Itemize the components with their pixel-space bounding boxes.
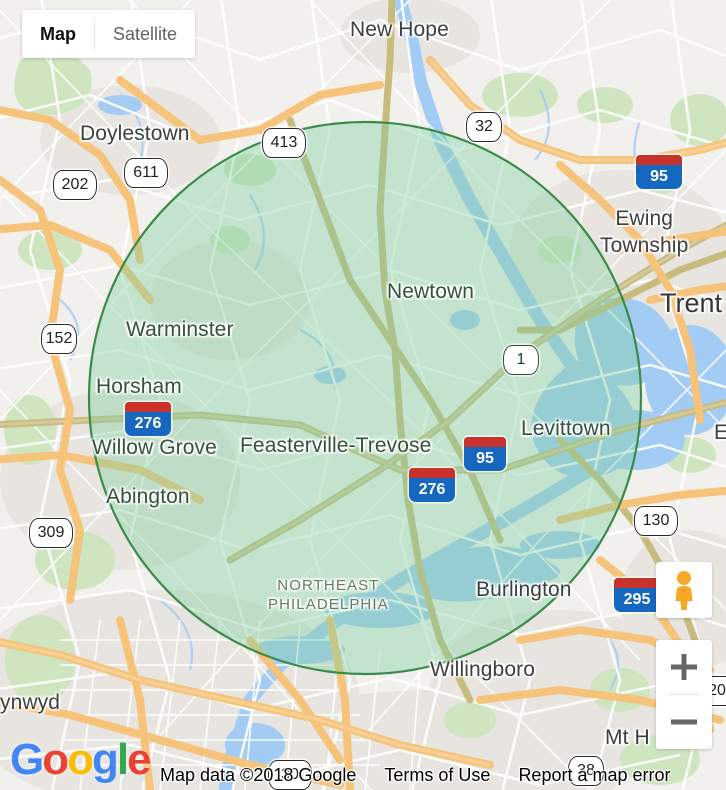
- plus-icon-vertical: [681, 654, 687, 680]
- map-attribution: Map data ©2018 Google Terms of Use Repor…: [160, 765, 671, 786]
- pegman-streetview-control[interactable]: [656, 562, 712, 618]
- pegman-streetview-icon: [675, 571, 693, 610]
- terms-of-use-link[interactable]: Terms of Use: [384, 765, 490, 786]
- google-logo[interactable]: Google: [10, 735, 152, 784]
- google-logo-letter: o: [42, 735, 69, 784]
- minus-icon: [671, 719, 697, 725]
- map-data-attribution: Map data ©2018 Google: [160, 765, 357, 785]
- map-basemap[interactable]: [0, 0, 726, 790]
- google-logo-letter: g: [92, 735, 119, 784]
- google-logo-letter: G: [10, 735, 44, 784]
- zoom-in-button[interactable]: [656, 640, 712, 694]
- report-map-error-link[interactable]: Report a map error: [518, 765, 670, 786]
- google-logo-letter: l: [116, 735, 129, 784]
- map-type-map-button[interactable]: Map: [22, 10, 94, 58]
- map-viewport[interactable]: New Hope Doylestown Ewing Township Trent New…: [0, 0, 726, 790]
- zoom-control[interactable]: [656, 640, 712, 749]
- map-type-control[interactable]: Map Satellite: [22, 10, 196, 58]
- zoom-out-button[interactable]: [656, 695, 712, 749]
- map-type-satellite-button[interactable]: Satellite: [95, 10, 196, 58]
- google-logo-letter: o: [67, 735, 94, 784]
- google-logo-letter: e: [127, 735, 152, 784]
